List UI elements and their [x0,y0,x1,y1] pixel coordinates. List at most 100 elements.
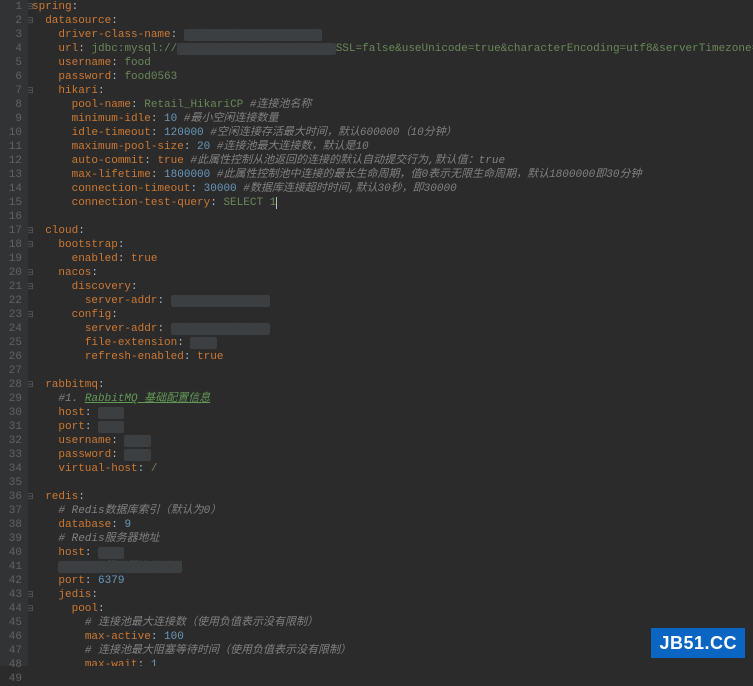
code-line[interactable]: # Redis服务器地址 [32,532,753,546]
line-number: 30 [0,406,22,420]
fold-toggle-icon[interactable]: ⊟ [28,14,34,28]
line-number: 16 [0,210,22,224]
code-editor[interactable]: 1234567891011121314151617181920212223242… [0,0,753,666]
line-number: 19 [0,252,22,266]
code-line[interactable]: virtual-host: / [32,462,753,476]
code-area[interactable]: ⊟spring:⊟ datasource: driver-class-name:… [28,0,753,666]
line-number: 45 [0,616,22,630]
fold-toggle-icon[interactable]: ⊟ [28,238,34,252]
code-line[interactable]: ⊟ redis: [32,490,753,504]
code-line[interactable]: # Redis服务器连接端口 [32,560,753,574]
code-line[interactable]: # 连接池最大阻塞等待时间（使用负值表示没有限制） [32,644,753,658]
code-line[interactable]: connection-test-query: SELECT 1 [32,196,753,210]
fold-toggle-icon[interactable]: ⊟ [28,602,34,616]
line-number: 46 [0,630,22,644]
fold-toggle-icon[interactable]: ⊟ [28,266,34,280]
code-line[interactable]: server-addr: xxx.xxx.xxx.xxx [32,322,753,336]
code-line[interactable]: idle-timeout: 120000 #空闲连接存活最大时间，默认60000… [32,126,753,140]
line-number-gutter: 1234567891011121314151617181920212223242… [0,0,28,666]
code-line[interactable]: url: jdbc:mysql://xxxxxxxxxxxxxxxxxxxxxx… [32,42,753,56]
code-line[interactable]: ⊟ pool: [32,602,753,616]
fold-toggle-icon[interactable]: ⊟ [28,0,34,14]
code-line[interactable]: host: xxxx [32,406,753,420]
line-number: 43 [0,588,22,602]
code-line[interactable]: minimum-idle: 10 #最小空闲连接数量 [32,112,753,126]
line-number: 35 [0,476,22,490]
code-line[interactable]: max-active: 100 [32,630,753,644]
code-line[interactable]: ⊟ nacos: [32,266,753,280]
code-line[interactable]: ⊟ datasource: [32,14,753,28]
code-line[interactable]: username: xxxx [32,434,753,448]
line-number: 7 [0,84,22,98]
line-number: 27 [0,364,22,378]
line-number: 34 [0,462,22,476]
line-number: 18 [0,238,22,252]
line-number: 5 [0,56,22,70]
line-number: 17 [0,224,22,238]
code-line[interactable]: driver-class-name: com.mysql.jdbc.Driver [32,28,753,42]
code-line[interactable]: server-addr: xxx.xxx.xxx.xxx [32,294,753,308]
line-number: 20 [0,266,22,280]
code-line[interactable]: ⊟ cloud: [32,224,753,238]
code-line[interactable]: ⊟ config: [32,308,753,322]
line-number: 32 [0,434,22,448]
code-line[interactable]: connection-timeout: 30000 #数据库连接超时时间,默认3… [32,182,753,196]
line-number: 23 [0,308,22,322]
fold-toggle-icon[interactable]: ⊟ [28,84,34,98]
code-line[interactable]: refresh-enabled: true [32,350,753,364]
line-number: 4 [0,42,22,56]
code-line[interactable]: pool-name: Retail_HikariCP #连接池名称 [32,98,753,112]
code-line[interactable] [32,476,753,490]
line-number: 39 [0,532,22,546]
code-line[interactable]: ⊟ hikari: [32,84,753,98]
line-number: 11 [0,140,22,154]
code-line[interactable]: host: xxxx [32,546,753,560]
code-line[interactable]: ⊟ rabbitmq: [32,378,753,392]
code-line[interactable]: password: food0563 [32,70,753,84]
line-number: 21 [0,280,22,294]
code-line[interactable]: port: xxxx [32,420,753,434]
line-number: 48 [0,658,22,672]
code-line[interactable]: # Redis数据库索引（默认为0） [32,504,753,518]
code-line[interactable] [32,364,753,378]
code-line[interactable]: port: 6379 [32,574,753,588]
fold-toggle-icon[interactable]: ⊟ [28,224,34,238]
line-number: 22 [0,294,22,308]
line-number: 44 [0,602,22,616]
code-line[interactable]: password: xxxx [32,448,753,462]
code-line[interactable]: enabled: true [32,252,753,266]
fold-toggle-icon[interactable]: ⊟ [28,490,34,504]
code-line[interactable]: maximum-pool-size: 20 #连接池最大连接数，默认是10 [32,140,753,154]
line-number: 47 [0,644,22,658]
line-number: 40 [0,546,22,560]
line-number: 41 [0,560,22,574]
line-number: 24 [0,322,22,336]
code-line[interactable]: # 连接池最大连接数（使用负值表示没有限制） [32,616,753,630]
code-line[interactable]: #1. RabbitMQ 基础配置信息 [32,392,753,406]
line-number: 14 [0,182,22,196]
code-line[interactable] [32,210,753,224]
line-number: 36 [0,490,22,504]
code-line[interactable]: max-wait: 1 [32,658,753,666]
line-number: 13 [0,168,22,182]
line-number: 10 [0,126,22,140]
code-line[interactable]: ⊟ jedis: [32,588,753,602]
code-line[interactable]: file-extension: yaml [32,336,753,350]
code-line[interactable]: username: food [32,56,753,70]
fold-toggle-icon[interactable]: ⊟ [28,280,34,294]
line-number: 49 [0,672,22,686]
fold-toggle-icon[interactable]: ⊟ [28,588,34,602]
line-number: 9 [0,112,22,126]
fold-toggle-icon[interactable]: ⊟ [28,308,34,322]
line-number: 38 [0,518,22,532]
line-number: 6 [0,70,22,84]
code-line[interactable]: database: 9 [32,518,753,532]
code-line[interactable]: auto-commit: true #此属性控制从池返回的连接的默认自动提交行为… [32,154,753,168]
code-line[interactable]: ⊟spring: [32,0,753,14]
code-line[interactable]: ⊟ bootstrap: [32,238,753,252]
line-number: 8 [0,98,22,112]
fold-toggle-icon[interactable]: ⊟ [28,378,34,392]
line-number: 33 [0,448,22,462]
code-line[interactable]: ⊟ discovery: [32,280,753,294]
code-line[interactable]: max-lifetime: 1800000 #此属性控制池中连接的最长生命周期，… [32,168,753,182]
